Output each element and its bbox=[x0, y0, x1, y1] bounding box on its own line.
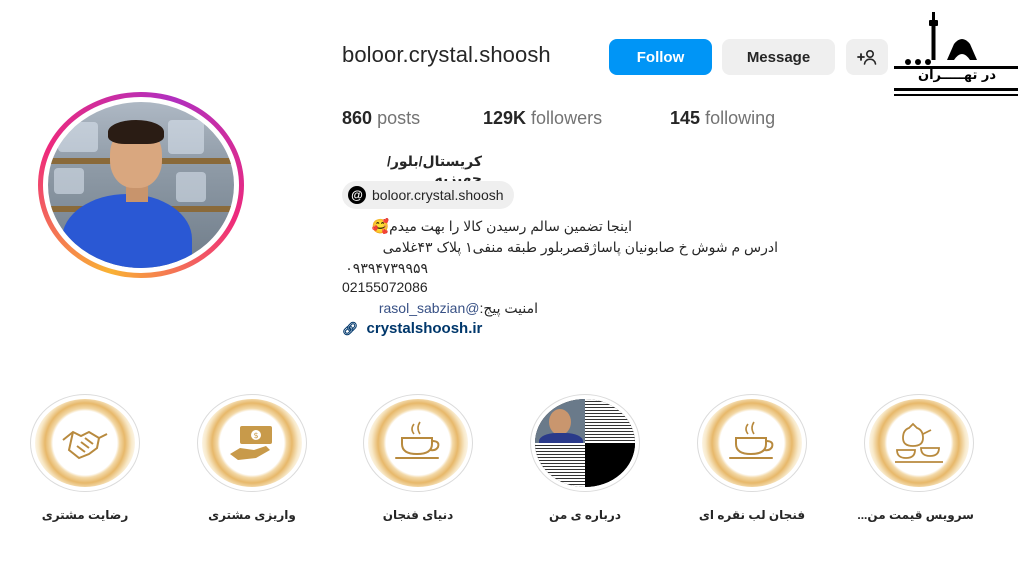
followers-count: 129K bbox=[483, 108, 527, 128]
link-icon: 🔗︎ bbox=[342, 320, 359, 336]
highlight-about-me[interactable]: درباره ی من bbox=[530, 394, 640, 522]
followers-stat[interactable]: 129K followers bbox=[483, 108, 602, 129]
svg-text:$: $ bbox=[253, 431, 258, 440]
mention-link[interactable]: @rasol_sabzian bbox=[379, 300, 480, 316]
teacup-icon bbox=[729, 421, 774, 459]
highlight-cup-world[interactable]: دنیای فنجان bbox=[363, 394, 473, 522]
threads-icon: @ bbox=[348, 186, 366, 204]
teacup-icon bbox=[395, 421, 440, 459]
highlight-label: فنجان لب نقره ای bbox=[698, 508, 806, 522]
highlight-customer-satisfaction[interactable]: رضایت مشتری bbox=[30, 394, 140, 522]
threads-badge[interactable]: @ boloor.crystal.shoosh bbox=[342, 181, 514, 209]
website-link[interactable]: 🔗︎ crystalshoosh.ir bbox=[342, 320, 482, 337]
profile-avatar bbox=[48, 102, 234, 268]
profile-avatar-ring[interactable] bbox=[38, 92, 244, 278]
message-button[interactable]: Message bbox=[722, 39, 835, 75]
followers-label: followers bbox=[531, 108, 603, 128]
about-me-photo bbox=[535, 399, 635, 487]
money-hand-icon: $ bbox=[230, 426, 272, 460]
follow-button[interactable]: Follow bbox=[609, 39, 712, 75]
posts-label: posts bbox=[377, 108, 421, 128]
add-user-icon bbox=[857, 49, 877, 65]
bio-phone-mobile: ۰۹۳۹۴۷۳۹۹۵۹ bbox=[345, 260, 428, 276]
highlight-label: درباره ی من bbox=[549, 508, 621, 522]
following-count: 145 bbox=[670, 108, 701, 128]
bio-security-label: امنیت پیج: bbox=[479, 300, 538, 316]
highlight-label: رضایت مشتری bbox=[41, 508, 129, 522]
highlight-silver-rim-cup[interactable]: فنجان لب نقره ای bbox=[697, 394, 807, 522]
handshake-icon bbox=[62, 430, 108, 460]
bio-phone-landline: 02155072086 bbox=[342, 279, 428, 295]
highlight-customer-deposits[interactable]: $ واریزی مشتری bbox=[197, 394, 307, 522]
suggest-accounts-button[interactable] bbox=[846, 39, 888, 75]
bio-address: ادرس م شوش خ صابونیان پاساژقصربلور طبقه … bbox=[382, 239, 778, 255]
following-stat[interactable]: 145 following bbox=[670, 108, 775, 129]
tea-set-icon bbox=[895, 422, 943, 463]
posts-stat[interactable]: 860 posts bbox=[342, 108, 420, 129]
highlight-service-price[interactable]: سرویس قیمت من... bbox=[857, 394, 974, 522]
watermark-text: در تهـــــران bbox=[918, 68, 996, 83]
highlight-label: واریزی مشتری bbox=[208, 508, 296, 522]
profile-username: boloor.crystal.shoosh bbox=[342, 42, 551, 67]
following-label: following bbox=[705, 108, 776, 128]
posts-count: 860 bbox=[342, 108, 373, 128]
bio-security-line: امنیت پیج:@rasol_sabzian bbox=[342, 300, 538, 317]
bio-line: اینجا تضمین سالم رسیدن کالا را بهت میدم🥰 bbox=[371, 218, 632, 234]
watermark-logo bbox=[894, 12, 1018, 96]
website-text: crystalshoosh.ir bbox=[366, 320, 483, 337]
highlight-label: سرویس قیمت من... bbox=[857, 508, 974, 522]
threads-handle: boloor.crystal.shoosh bbox=[372, 187, 504, 203]
highlight-label: دنیای فنجان bbox=[382, 508, 454, 522]
